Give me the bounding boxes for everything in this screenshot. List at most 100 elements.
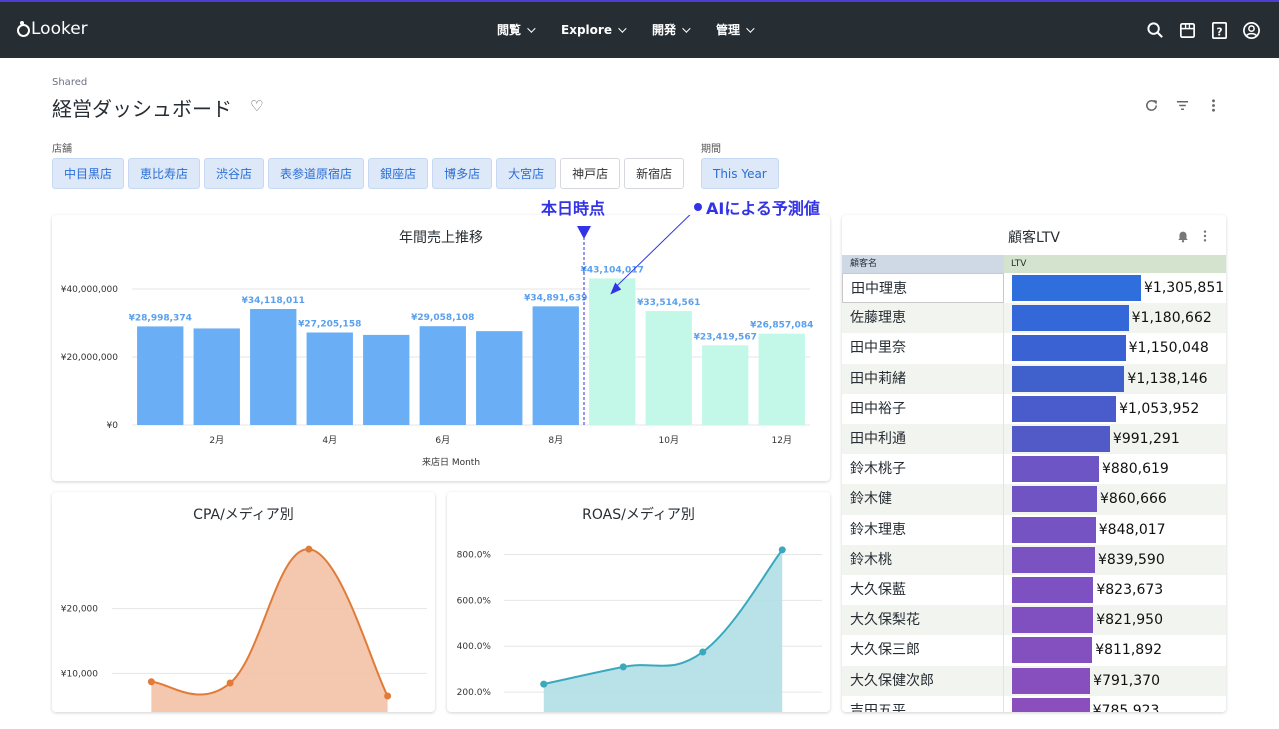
table-row[interactable]: 田中利通 ¥991,291	[842, 424, 1226, 455]
table-row[interactable]: 大久保藍 ¥823,673	[842, 575, 1226, 606]
cpa-chart: ¥0¥10,000¥20,000FacebookGoogleTiktokYaho…	[61, 545, 427, 712]
sales-chart: ¥0 ¥20,000,000 ¥40,000,000 ¥28,998,374 ¥34,1…	[61, 215, 813, 468]
store-chip-shibuya[interactable]: 渋谷店	[204, 158, 265, 189]
customer-name: 鈴木理恵	[842, 514, 1004, 545]
nav-explore-label: Explore	[561, 22, 612, 37]
customer-name: 大久保藍	[842, 575, 1004, 606]
customer-name: 鈴木健	[842, 484, 1004, 515]
store-chip-kobe[interactable]: 神戸店	[560, 158, 621, 189]
ltv-cell: ¥823,673	[1004, 575, 1226, 605]
ltv-cell: ¥860,666	[1004, 484, 1226, 514]
ltv-cell: ¥848,017	[1004, 515, 1226, 545]
nav-explore[interactable]: Explore	[561, 21, 627, 38]
looker-logo[interactable]: Looker	[16, 19, 88, 39]
x-axis-label: 来店日 Month	[422, 456, 480, 468]
ltv-col-value[interactable]: LTV	[1004, 255, 1226, 273]
customer-name: 大久保三郎	[842, 635, 1004, 666]
ltv-cell: ¥1,150,048	[1004, 333, 1226, 363]
customer-name: 田中莉緒	[842, 363, 1004, 394]
nav-admin[interactable]: 管理	[716, 21, 755, 38]
top-navigation-bar: Looker 閲覧 Explore 開発 管理 ?	[0, 0, 1279, 58]
sales-bar	[193, 328, 240, 425]
area-fill	[543, 549, 783, 712]
marketplace-icon[interactable]	[1178, 21, 1197, 40]
table-row[interactable]: 田中莉緒 ¥1,138,146	[842, 363, 1226, 394]
main-nav: 閲覧 Explore 開発 管理	[497, 21, 780, 38]
store-chip-hakata[interactable]: 博多店	[432, 158, 493, 189]
ltv-value: ¥848,017	[1098, 521, 1166, 538]
data-label: ¥28,998,374	[129, 313, 192, 323]
ltv-value: ¥785,923	[1092, 702, 1160, 712]
ltv-cell: ¥991,291	[1004, 424, 1226, 454]
table-row[interactable]: 田中里奈 ¥1,150,048	[842, 333, 1226, 364]
ai-forecast-annotation: AIによる予測値	[694, 195, 820, 219]
y-tick-label: ¥0	[107, 421, 119, 431]
store-chip-omotesando[interactable]: 表参道原宿店	[268, 158, 365, 189]
store-chip-ebisu[interactable]: 恵比寿店	[128, 158, 201, 189]
today-annotation: 本日時点	[541, 199, 606, 218]
refresh-icon[interactable]	[1144, 98, 1159, 113]
y-tick-label: ¥20,000,000	[61, 353, 119, 363]
table-row[interactable]: 鈴木理恵 ¥848,017	[842, 514, 1226, 545]
heart-icon[interactable]: ♡	[250, 97, 263, 115]
store-chip-omiya[interactable]: 大宮店	[496, 158, 557, 189]
customer-name: 大久保梨花	[842, 605, 1004, 636]
customer-name: 田中利通	[842, 424, 1004, 455]
ltv-value: ¥1,150,048	[1128, 340, 1209, 357]
ltv-value: ¥1,138,146	[1127, 370, 1208, 387]
more-vert-icon[interactable]	[1206, 98, 1221, 113]
y-tick-label: 600.0%	[457, 596, 492, 606]
ltv-value: ¥823,673	[1096, 582, 1164, 598]
data-point	[226, 679, 234, 687]
nav-develop[interactable]: 開発	[652, 21, 691, 38]
y-tick-label: 800.0%	[457, 550, 492, 560]
table-row[interactable]: 田中理恵 ¥1,305,851	[842, 273, 1226, 304]
more-vert-icon[interactable]	[1198, 229, 1212, 243]
table-row[interactable]: 大久保梨花 ¥821,950	[842, 605, 1226, 636]
ltv-table-header: 顧客名 LTV	[842, 255, 1226, 273]
breadcrumb[interactable]: Shared	[52, 77, 87, 88]
store-filter: 中目黒店 恵比寿店 渋谷店 表参道原宿店 銀座店 博多店 大宮店 神戸店 新宿店	[52, 158, 685, 189]
search-icon[interactable]	[1146, 21, 1165, 40]
looker-logo-icon	[16, 21, 30, 37]
filter-icon[interactable]	[1175, 98, 1190, 113]
ltv-bar	[1012, 456, 1099, 483]
table-row[interactable]: 鈴木健 ¥860,666	[842, 484, 1226, 515]
data-label: ¥26,857,084	[750, 321, 813, 331]
bell-icon[interactable]	[1176, 229, 1190, 243]
ltv-cell: ¥811,892	[1004, 635, 1226, 665]
customer-name: 田中里奈	[842, 333, 1004, 364]
nav-browse[interactable]: 閲覧	[497, 21, 536, 38]
data-point	[305, 545, 313, 553]
table-row[interactable]: 吉田五平 ¥785,923	[842, 695, 1226, 712]
table-row[interactable]: 大久保健次郎 ¥791,370	[842, 665, 1226, 696]
store-chip-shinjuku[interactable]: 新宿店	[624, 158, 685, 189]
account-icon[interactable]	[1242, 21, 1261, 40]
period-chip[interactable]: This Year	[701, 158, 779, 189]
ltv-bar	[1012, 305, 1129, 332]
help-icon[interactable]: ?	[1210, 21, 1229, 40]
y-tick-label: ¥40,000,000	[61, 285, 119, 295]
table-row[interactable]: 大久保三郎 ¥811,892	[842, 635, 1226, 666]
dashboard-page: Shared 経営ダッシュボード ♡ 店舗 中目黒店 恵比寿店 渋谷店 表参道原…	[0, 58, 1279, 729]
annotation-dot-icon	[694, 203, 702, 211]
sales-bar	[419, 326, 466, 425]
table-row[interactable]: 鈴木桃子 ¥880,619	[842, 454, 1226, 485]
sales-bar	[532, 306, 579, 425]
data-point	[619, 663, 627, 671]
table-row[interactable]: 鈴木桃 ¥839,590	[842, 544, 1226, 575]
table-row[interactable]: 田中裕子 ¥1,053,952	[842, 393, 1226, 424]
store-chip-nakameguro[interactable]: 中目黒店	[52, 158, 125, 189]
x-tick-label: 2月	[209, 435, 224, 446]
sales-bar	[363, 334, 410, 425]
roas-tile: ROAS/メディア別 0.0%200.0%400.0%600.0%800.0%F…	[447, 492, 830, 712]
customer-name: 田中裕子	[842, 393, 1004, 424]
table-row[interactable]: 佐藤理恵 ¥1,180,662	[842, 303, 1226, 334]
svg-text:?: ?	[1216, 26, 1222, 38]
chevron-down-icon	[527, 23, 536, 33]
ltv-cell: ¥821,950	[1004, 605, 1226, 635]
store-chip-ginza[interactable]: 銀座店	[368, 158, 429, 189]
ltv-title: 顧客LTV	[1007, 230, 1060, 246]
forecast-bar	[645, 311, 692, 425]
ltv-col-name[interactable]: 顧客名	[842, 255, 1004, 273]
